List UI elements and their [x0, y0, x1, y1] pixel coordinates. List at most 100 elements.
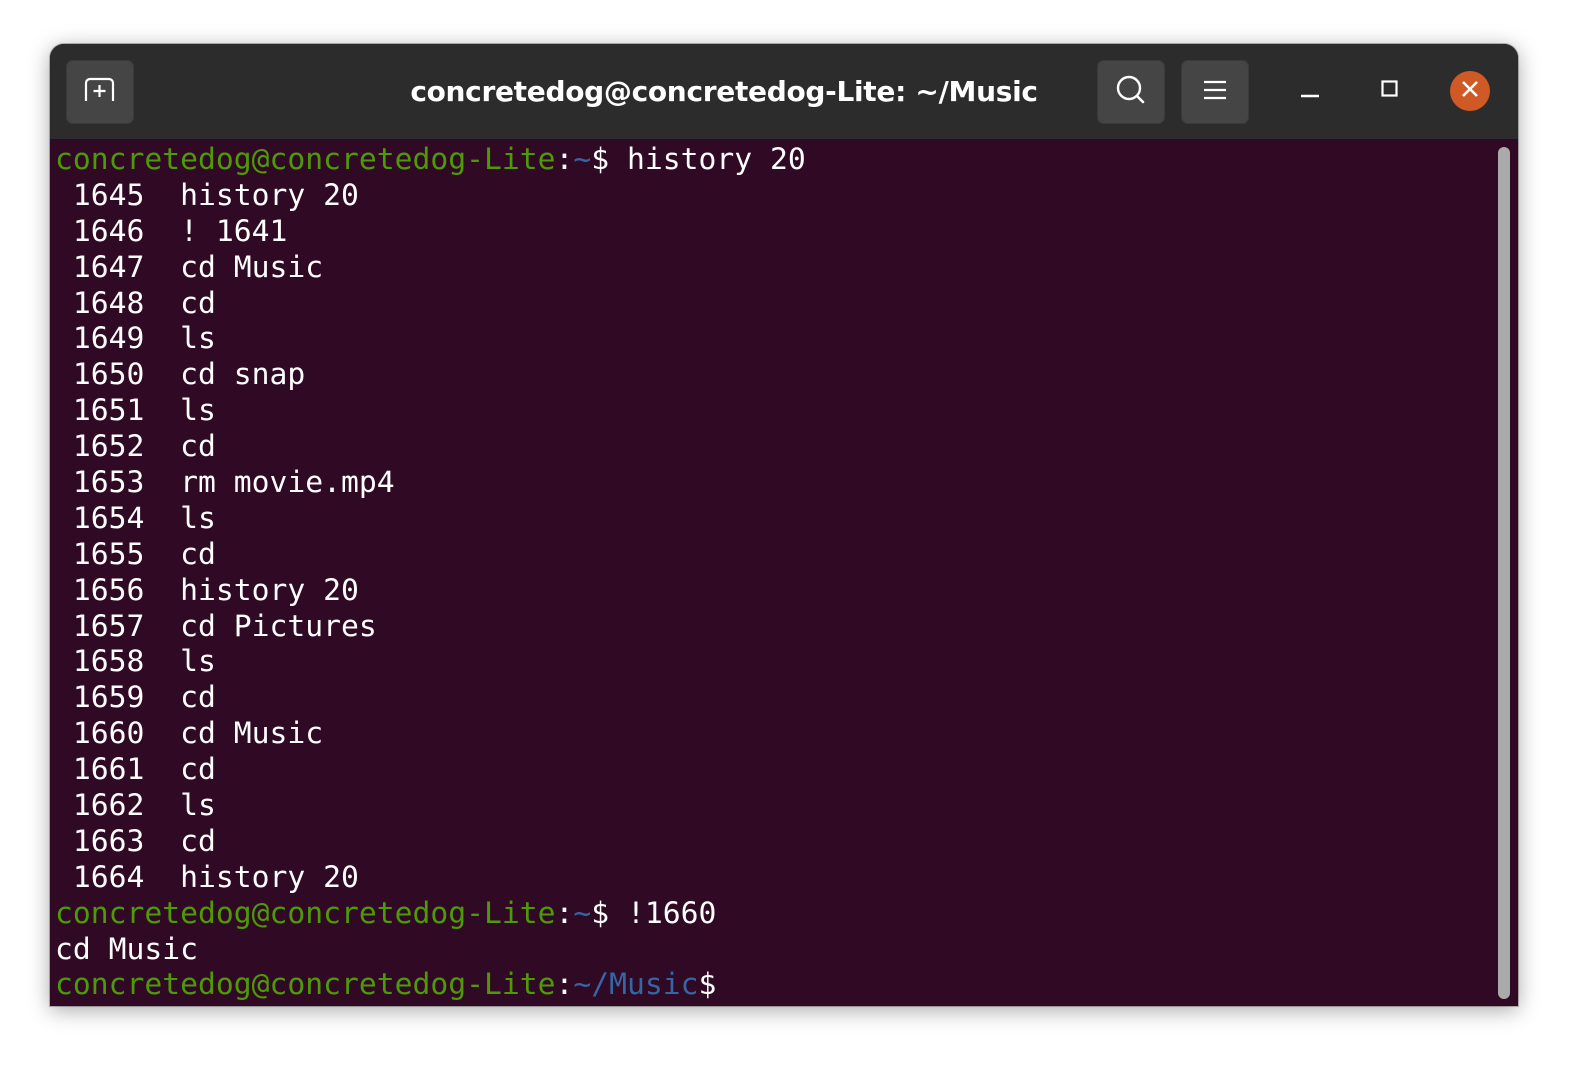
history-gap [144, 465, 180, 500]
history-number: 1652 [72, 429, 145, 465]
prompt-dollar: $ [591, 142, 610, 177]
history-indent [55, 214, 73, 249]
history-command: ! 1641 [180, 213, 288, 249]
history-entry: 1647 cd Music [55, 250, 1518, 286]
history-gap [144, 250, 180, 285]
history-entry: 1662 ls [55, 788, 1518, 824]
search-icon [1115, 74, 1147, 110]
history-number: 1660 [72, 716, 145, 752]
history-command: ls [180, 393, 216, 429]
history-entry: 1656 history 20 [55, 573, 1518, 609]
prompt-line: concretedog@concretedog-Lite:~$ history … [55, 142, 1518, 178]
history-number: 1649 [72, 321, 145, 357]
history-entry: 1659 cd [55, 680, 1518, 716]
new-tab-icon [83, 76, 117, 108]
menu-button[interactable] [1181, 60, 1249, 124]
history-number: 1655 [72, 536, 145, 572]
history-entry: 1664 history 20 [55, 860, 1518, 896]
close-button[interactable] [1450, 71, 1490, 111]
maximize-button[interactable] [1370, 71, 1410, 111]
history-gap [144, 178, 180, 213]
history-number: 1656 [72, 572, 145, 608]
history-command: ls [180, 788, 216, 824]
history-entry: 1660 cd Music [55, 716, 1518, 752]
history-number: 1663 [72, 823, 145, 859]
history-entry: 1658 ls [55, 644, 1518, 680]
prompt-colon: : [555, 895, 574, 931]
history-gap [144, 860, 180, 895]
history-number: 1654 [72, 500, 145, 536]
history-indent [55, 680, 73, 715]
minimize-button[interactable] [1290, 71, 1330, 111]
title-bar[interactable]: concretedog@concretedog-Lite: ~/Music [50, 44, 1518, 139]
history-entry: 1648 cd [55, 286, 1518, 322]
prompt-command: !1660 [626, 895, 717, 931]
terminal-output[interactable]: concretedog@concretedog-Lite:~ $ history … [50, 139, 1518, 1006]
history-number: 1648 [72, 285, 145, 321]
history-entry: 1663 cd [55, 824, 1518, 860]
history-entry: 1661 cd [55, 752, 1518, 788]
history-command: history 20 [180, 177, 359, 213]
history-entry: 1653 rm movie.mp4 [55, 465, 1518, 501]
history-gap [144, 357, 180, 392]
history-gap [144, 609, 180, 644]
history-indent [55, 178, 73, 213]
search-button[interactable] [1097, 60, 1165, 124]
window-title: concretedog@concretedog-Lite: ~/Music [410, 75, 1038, 108]
history-command: cd [180, 752, 216, 788]
history-command: ls [180, 500, 216, 536]
history-entry: 1645 history 20 [55, 178, 1518, 214]
minimize-icon [1300, 79, 1320, 103]
output-text: cd Music [55, 931, 198, 967]
history-entry: 1646 ! 1641 [55, 214, 1518, 250]
history-command: cd [180, 823, 216, 859]
history-command: ls [180, 321, 216, 357]
history-number: 1658 [72, 644, 145, 680]
history-command: cd Music [180, 716, 324, 752]
history-command: cd Music [180, 249, 324, 285]
prompt-path: ~ [573, 895, 592, 931]
history-entry: 1657 cd Pictures [55, 609, 1518, 645]
history-gap [144, 788, 180, 823]
close-icon [1460, 79, 1480, 103]
history-number: 1664 [72, 859, 145, 895]
prompt-user-host: concretedog@concretedog-Lite [55, 142, 556, 177]
command-output: cd Music [55, 932, 1518, 968]
history-command: history 20 [180, 572, 359, 608]
new-tab-button[interactable] [66, 60, 134, 124]
prompt-line: concretedog@concretedog-Lite:~/Music$ [55, 967, 1518, 1003]
history-indent [55, 716, 73, 751]
prompt-dollar: $ [698, 967, 717, 1003]
history-indent [55, 286, 73, 321]
history-number: 1662 [72, 788, 145, 824]
hamburger-menu-icon [1203, 79, 1227, 105]
history-command: history 20 [180, 859, 359, 895]
history-number: 1653 [72, 465, 145, 501]
history-command: cd Pictures [180, 608, 377, 644]
terminal-window: concretedog@concretedog-Lite: ~/Music co… [50, 44, 1518, 1006]
history-indent [55, 250, 73, 285]
history-number: 1646 [72, 213, 145, 249]
history-number: 1659 [72, 680, 145, 716]
history-indent [55, 609, 73, 644]
scrollbar[interactable] [1498, 147, 1510, 999]
history-indent [55, 860, 73, 895]
history-indent [55, 824, 73, 859]
prompt-path: ~/Music [573, 967, 699, 1003]
history-indent [55, 644, 73, 679]
history-indent [55, 357, 73, 392]
history-gap [144, 573, 180, 608]
history-gap [144, 752, 180, 787]
history-command: cd [180, 680, 216, 716]
history-indent [55, 429, 73, 464]
history-number: 1651 [72, 393, 145, 429]
history-indent [55, 465, 73, 500]
history-entry: 1654 ls [55, 501, 1518, 537]
history-command: ls [180, 644, 216, 680]
history-number: 1647 [72, 249, 145, 285]
prompt-line: concretedog@concretedog-Lite:~$ !1660 [55, 896, 1518, 932]
maximize-icon [1381, 80, 1399, 102]
history-number: 1645 [72, 177, 145, 213]
history-gap [144, 716, 180, 751]
history-indent [55, 393, 73, 428]
